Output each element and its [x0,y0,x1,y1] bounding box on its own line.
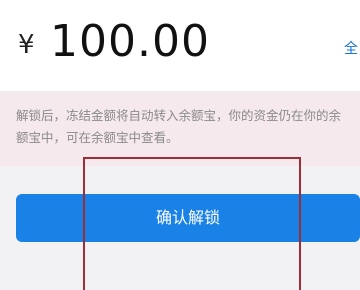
all-amount-link[interactable]: 全 [344,38,358,58]
highlight-frame [83,157,301,290]
notice-text: 解锁后，冻结金额将自动转入余额宝，你的资金仍在你的余 额宝中，可在余额宝中查看。 [16,105,360,149]
amount-field[interactable]: 100.00 [50,20,210,64]
notice-line-2: 额宝中，可在余额宝中查看。 [16,130,179,145]
notice-line-1: 解锁后，冻结金额将自动转入余额宝，你的资金仍在你的余 [16,108,342,123]
currency-symbol: ¥ [18,30,35,60]
amount-card: ¥ 100.00 全 [0,0,360,92]
